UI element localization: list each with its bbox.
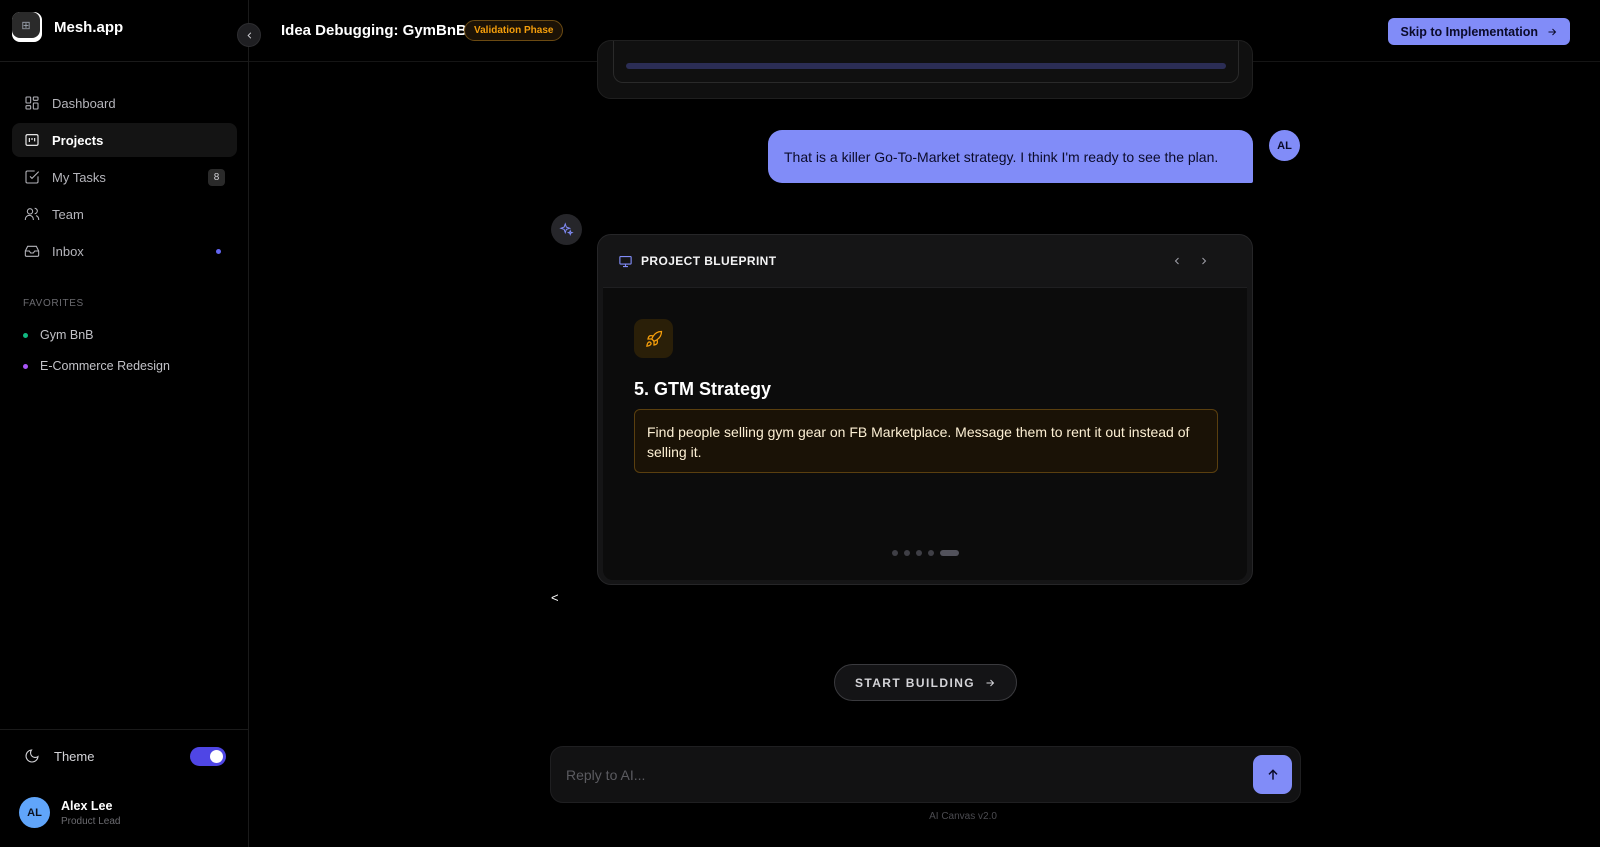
slide-dot-3[interactable]: [915, 550, 922, 556]
theme-label: Theme: [54, 748, 95, 764]
version-label: AI Canvas v2.0: [929, 811, 997, 822]
dashboard-icon: [24, 95, 40, 111]
sidebar-item-dashboard[interactable]: Dashboard: [12, 86, 237, 120]
favorite-color-dot: [23, 363, 28, 369]
blueprint-header: PROJECT BLUEPRINT: [598, 235, 1252, 287]
chevron-left-icon: [246, 31, 251, 39]
next-slide-button[interactable]: [1196, 253, 1212, 269]
skip-button-label: Skip to Implementation: [1400, 24, 1538, 39]
favorite-label: E-Commerce Redesign: [40, 359, 170, 373]
brand-name: Mesh.app: [54, 18, 124, 36]
projects-icon: [24, 132, 40, 148]
reply-composer: [550, 746, 1301, 803]
sidebar-item-team[interactable]: Team: [12, 197, 237, 231]
slide-dot-4[interactable]: [927, 550, 934, 556]
slide-dot-2[interactable]: [903, 550, 910, 556]
arrow-right-icon: [1548, 28, 1557, 35]
chevron-left-icon: [1174, 257, 1179, 265]
start-building-label: START BUILDING: [854, 675, 976, 690]
sidebar-divider: [0, 61, 249, 62]
project-blueprint-card: PROJECT BLUEPRINT 5. GTM Strategy Find p…: [597, 234, 1253, 585]
arrow-right-icon: [986, 679, 995, 686]
sidebar-item-label: My Tasks: [52, 169, 106, 185]
arrow-up-icon: [1267, 768, 1278, 780]
chevron-right-icon: [1202, 257, 1207, 265]
favorite-item-gym-bnb[interactable]: Gym BnB: [23, 328, 94, 342]
rocket-icon: [634, 319, 673, 358]
start-building-button[interactable]: START BUILDING: [834, 664, 1017, 701]
sidebar-item-label: Projects: [52, 132, 104, 148]
sidebar-item-label: Inbox: [52, 243, 84, 259]
slide-dot-1[interactable]: [891, 550, 898, 556]
status-badge: Validation Phase: [464, 20, 564, 41]
sparkles-icon: [559, 222, 574, 236]
logo-icon: ⊞: [12, 12, 40, 38]
send-button[interactable]: [1253, 755, 1292, 794]
ai-avatar: [551, 214, 582, 245]
tasks-icon: [24, 169, 40, 185]
sidebar-divider: [0, 729, 249, 730]
theme-toggle[interactable]: [190, 747, 226, 766]
collapse-sidebar-button[interactable]: [237, 23, 261, 47]
sidebar-nav: Dashboard Projects My Tasks 8 Team Inbox: [12, 86, 237, 271]
previous-slide-button[interactable]: [1169, 253, 1185, 269]
previous-card-bar: [626, 63, 1226, 69]
blueprint-slide: 5. GTM Strategy Find people selling gym …: [603, 287, 1247, 580]
favorite-label: Gym BnB: [40, 328, 94, 342]
unread-dot: [216, 249, 221, 254]
blueprint-title: PROJECT BLUEPRINT: [641, 254, 777, 268]
moon-icon: [24, 748, 40, 764]
sidebar-item-my-tasks[interactable]: My Tasks 8: [12, 160, 237, 194]
toggle-knob: [210, 750, 223, 763]
team-icon: [24, 206, 40, 222]
favorite-item-ecommerce-redesign[interactable]: E-Commerce Redesign: [23, 359, 170, 373]
user-message-avatar: AL: [1269, 130, 1300, 161]
sidebar-item-inbox[interactable]: Inbox: [12, 234, 237, 268]
page-title: Idea Debugging: GymBnB: [281, 22, 467, 39]
brand[interactable]: ⊞ Mesh.app: [12, 12, 123, 42]
step-title: 5. GTM Strategy: [634, 379, 772, 399]
favorites-heading: FAVORITES: [23, 298, 84, 309]
reply-input[interactable]: [566, 763, 1206, 787]
slide-pagination: [603, 550, 1247, 556]
sidebar-item-label: Dashboard: [52, 95, 116, 111]
brand-logo: ⊞: [12, 12, 42, 42]
presentation-icon: [618, 254, 633, 269]
previous-ai-card: [597, 40, 1253, 99]
user-message-bubble: That is a killer Go-To-Market strategy. …: [768, 130, 1253, 183]
tasks-count-badge: 8: [208, 169, 225, 186]
favorite-color-dot: [23, 332, 28, 338]
step-description: Find people selling gym gear on FB Marke…: [634, 409, 1218, 473]
version-footer: AI Canvas v2.0: [0, 811, 1600, 822]
slide-dot-5[interactable]: [939, 550, 959, 556]
sidebar: ⊞ Mesh.app Dashboard Projects My Tasks 8…: [0, 0, 249, 847]
theme-row: Theme: [24, 746, 226, 766]
inbox-icon: [24, 243, 40, 259]
skip-to-implementation-button[interactable]: Skip to Implementation: [1388, 18, 1570, 45]
stray-text: <: [551, 590, 559, 605]
sidebar-item-label: Team: [52, 206, 84, 222]
previous-card-inner: [613, 41, 1239, 83]
sidebar-item-projects[interactable]: Projects: [12, 123, 237, 157]
